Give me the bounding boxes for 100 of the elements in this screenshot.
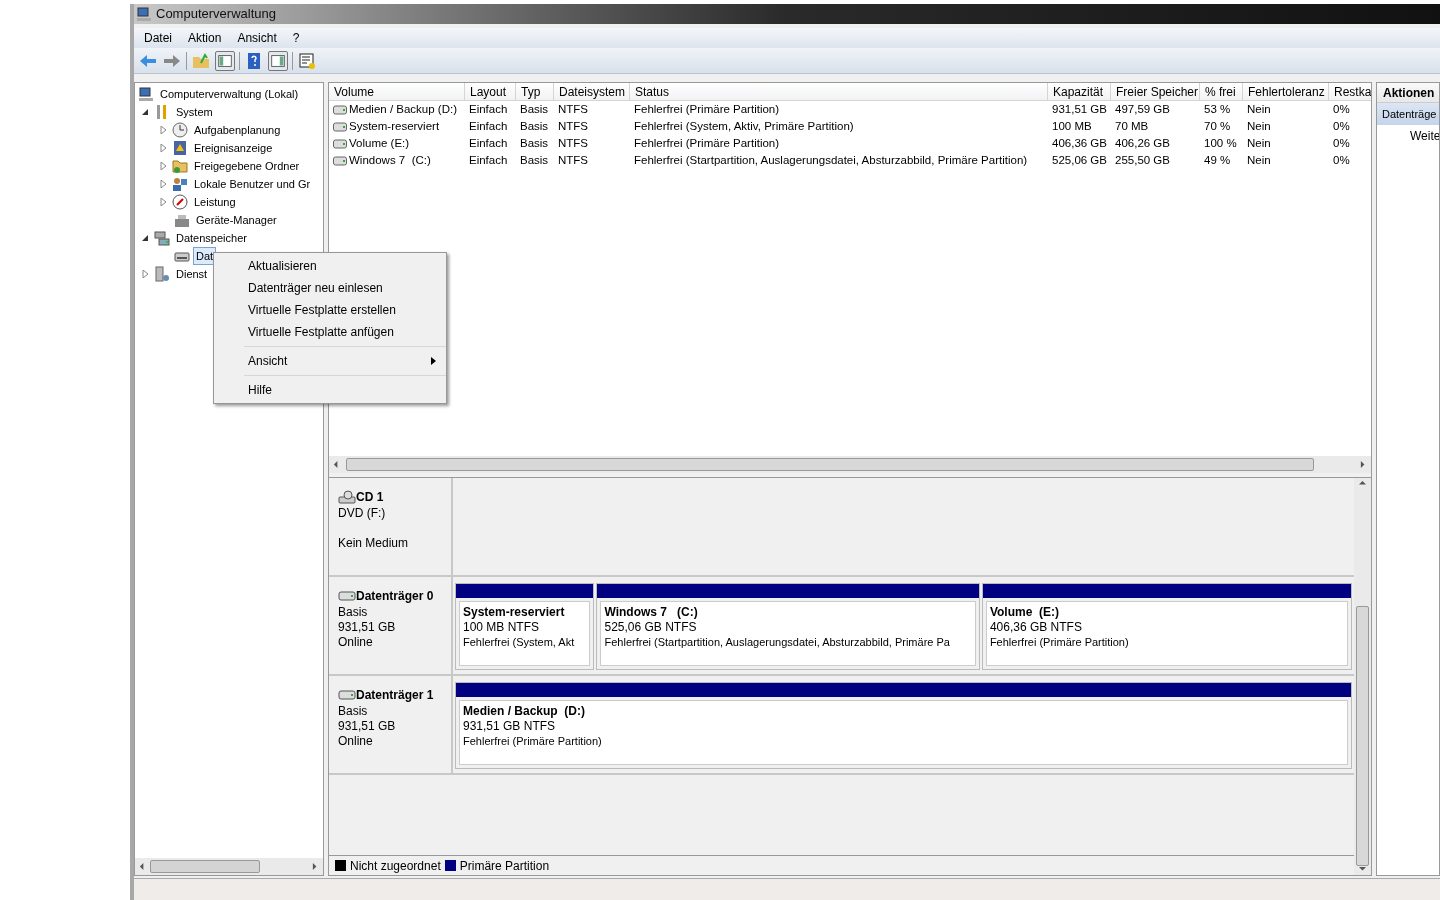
table-cell-text: 53 %	[1204, 102, 1231, 117]
drive-icon	[333, 104, 347, 115]
folder-icon	[172, 158, 188, 174]
partition-status: Fehlerfrei (Primäre Partition)	[463, 734, 603, 749]
collapsed-arrow-icon[interactable]	[141, 270, 149, 278]
table-cell-text: Einfach	[469, 153, 508, 168]
partition-block[interactable]: Medien / Backup (D:) 931,51 GB NTFS Fehlerfrei (Primäre Partition)	[455, 682, 1352, 769]
tree-item[interactable]: Datenspeicher	[173, 229, 250, 247]
column-header[interactable]: Dateisystem	[554, 83, 630, 100]
column-header[interactable]: Freier Speicher	[1111, 83, 1200, 100]
table-cell-text: 0%	[1333, 136, 1350, 151]
tree-item[interactable]: Ereignisanzeige	[191, 139, 276, 157]
column-header[interactable]: Layout	[465, 83, 516, 100]
scroll-left-icon[interactable]	[333, 461, 340, 468]
collapsed-arrow-icon[interactable]	[159, 144, 167, 152]
scroll-up-icon[interactable]	[1359, 480, 1366, 487]
scroll-left-icon[interactable]	[139, 863, 146, 870]
table-cell-text: Nein	[1247, 102, 1271, 117]
table-cell-text: Windows 7 (C:)	[349, 153, 431, 168]
storage-icon	[154, 230, 170, 246]
tree-item[interactable]: Lokale Benutzer und Gr	[191, 175, 314, 193]
tree-item[interactable]: Freigegebene Ordner	[191, 157, 303, 175]
context-menu-item[interactable]: Hilfe	[244, 379, 446, 401]
device-icon	[174, 212, 190, 228]
column-header[interactable]: Fehlertoleranz	[1243, 83, 1329, 100]
table-cell-text: NTFS	[558, 153, 589, 168]
tree-item[interactable]: Geräte-Manager	[193, 211, 280, 229]
collapsed-arrow-icon[interactable]	[159, 162, 167, 170]
table-cell-text: 100 MB	[1052, 119, 1092, 134]
table-cell-text: 406,26 GB	[1115, 136, 1170, 151]
table-cell-text: Fehlerfrei (Startpartition, Auslagerungsdatei, Absturzabbild, Primäre Partition)	[634, 153, 1028, 168]
server-icon	[154, 266, 170, 282]
disk-detail: Basis	[338, 605, 369, 620]
table-cell-text: 525,06 GB	[1052, 153, 1107, 168]
disk-name: Datenträger 0	[356, 588, 434, 605]
partition-name: Windows 7 (C:)	[604, 605, 699, 620]
table-cell-text: Medien / Backup (D:)	[349, 102, 457, 117]
disk-name: Datenträger 1	[356, 687, 434, 704]
partition-block[interactable]: System-reserviert 100 MB NTFS Fehlerfrei (System, Akt	[455, 583, 595, 670]
disk-detail: Online	[338, 734, 374, 749]
tree-item[interactable]: Aufgabenplanung	[191, 121, 284, 139]
cd-drive-icon	[338, 490, 356, 504]
table-cell-text: 406,36 GB	[1052, 136, 1107, 151]
vertical-scrollbar[interactable]	[1354, 478, 1371, 875]
table-cell-text: 100 %	[1204, 136, 1237, 151]
collapsed-arrow-icon[interactable]	[159, 180, 167, 188]
drive-icon	[333, 138, 347, 149]
table-cell-text: 497,59 GB	[1115, 102, 1170, 117]
menu-item[interactable]: ?	[284, 29, 308, 47]
collapsed-arrow-icon[interactable]	[159, 198, 167, 206]
table-cell-text: Einfach	[469, 136, 508, 151]
actions-title: Aktionen	[1377, 83, 1439, 103]
legend-label: Nicht zugeordnet	[350, 857, 441, 875]
tree-item[interactable]: Leistung	[191, 193, 239, 211]
partition-block[interactable]: Volume (E:) 406,36 GB NTFS Fehlerfrei (Primäre Partition)	[981, 583, 1352, 670]
context-menu-item[interactable]: Ansicht	[244, 350, 446, 372]
table-cell-text: Fehlerfrei (Primäre Partition)	[634, 136, 780, 151]
scroll-right-icon[interactable]	[1360, 461, 1367, 468]
table-cell-text: 0%	[1333, 153, 1350, 168]
column-header[interactable]: Status	[630, 83, 1048, 100]
actions-section[interactable]: Datenträge	[1377, 103, 1439, 125]
disk-name: CD 1	[356, 489, 384, 506]
column-header[interactable]: Kapazität	[1048, 83, 1111, 100]
scroll-right-icon[interactable]	[312, 863, 319, 870]
menu-item[interactable]: Ansicht	[229, 29, 285, 47]
disk-status: Kein Medium	[338, 536, 410, 551]
table-cell-text: Basis	[520, 153, 549, 168]
table-cell-text: Einfach	[469, 119, 508, 134]
tree-item[interactable]: System	[173, 103, 216, 121]
partition-block[interactable]: Windows 7 (C:) 525,06 GB NTFS Fehlerfrei (Startpartition, Auslagerungsdatei, Absturzabbild, Primäre Pa	[596, 583, 980, 670]
context-menu-item[interactable]: Virtuelle Festplatte anfügen	[214, 321, 446, 343]
horizontal-scrollbar[interactable]	[135, 858, 323, 875]
horizontal-scrollbar[interactable]	[329, 456, 1371, 473]
table-cell-text: 70 %	[1204, 119, 1231, 134]
partition-name: System-reserviert	[463, 605, 566, 620]
context-menu-item[interactable]: Datenträger neu einlesen	[214, 277, 446, 299]
properties-icon[interactable]	[297, 50, 317, 71]
disk-detail: 931,51 GB	[338, 620, 397, 635]
submenu-arrow-icon	[431, 357, 436, 365]
tree-item[interactable]: Computerverwaltung (Lokal)	[157, 85, 302, 103]
table-cell-text: Basis	[520, 102, 549, 117]
column-header[interactable]: % frei	[1200, 83, 1243, 100]
collapsed-arrow-icon[interactable]	[159, 126, 167, 134]
column-header[interactable]: Typ	[516, 83, 554, 100]
menu-item[interactable]: Datei	[136, 29, 180, 47]
tree-pane-icon[interactable]	[215, 50, 235, 71]
column-header[interactable]: Volume	[329, 83, 465, 100]
menu-item[interactable]: Aktion	[180, 29, 230, 47]
context-menu-item[interactable]: Virtuelle Festplatte erstellen	[214, 299, 446, 321]
table-cell-text: 0%	[1333, 119, 1350, 134]
table-cell-text: Fehlerfrei (System, Aktiv, Primäre Partition)	[634, 119, 854, 134]
disk-drive-icon	[338, 591, 356, 601]
context-menu-item[interactable]: Aktualisieren	[214, 255, 446, 277]
action-pane-icon[interactable]	[268, 50, 288, 71]
tree-item[interactable]: Dienst	[173, 265, 211, 283]
expanded-arrow-icon[interactable]	[141, 234, 149, 242]
table-cell-text: Basis	[520, 119, 549, 134]
expanded-arrow-icon[interactable]	[141, 108, 149, 116]
table-cell-text: Basis	[520, 136, 549, 151]
table-cell-text: Volume (E:)	[349, 136, 410, 151]
